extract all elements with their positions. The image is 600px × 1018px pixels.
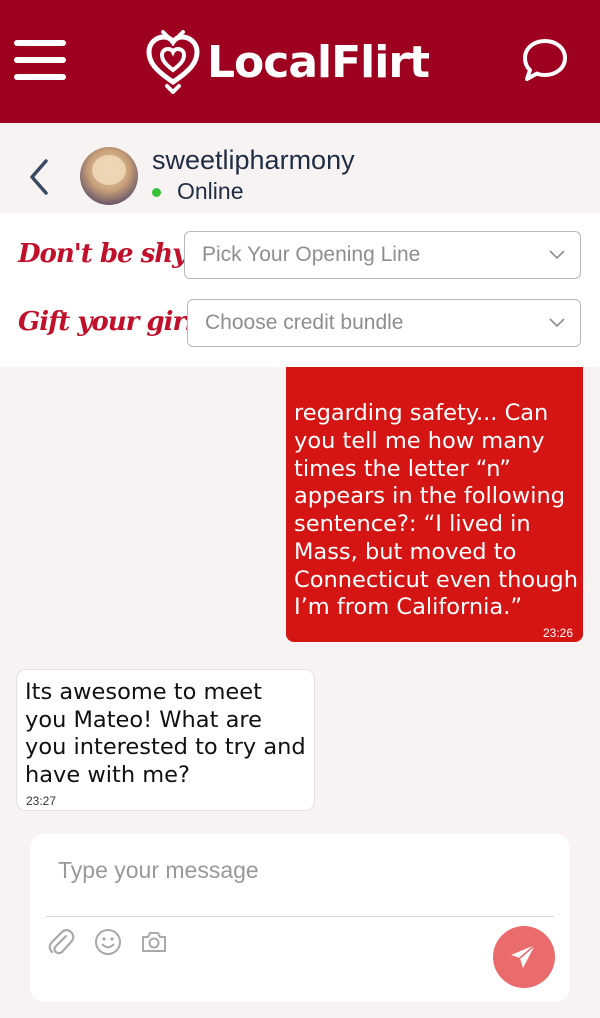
camera-icon[interactable] [139,927,169,957]
message-composer [30,834,570,1002]
profile-username[interactable]: sweetlipharmony [152,145,355,176]
hamburger-menu-icon[interactable] [14,40,66,84]
opening-line-placeholder: Pick Your Opening Line [202,243,421,266]
incoming-message-bubble[interactable]: Its awesome to meet you Mateo! What are … [16,669,315,811]
top-app-bar: LocalFlirt [0,0,600,123]
options-panel: Don't be shy Pick Your Opening Line Gift… [0,213,600,367]
opening-line-select[interactable]: Pick Your Opening Line [184,231,581,279]
chevron-down-icon [549,250,565,260]
chat-profile-header: sweetlipharmony Online [0,123,600,213]
send-button[interactable] [493,926,555,988]
paperclip-icon[interactable] [46,927,76,957]
user-avatar[interactable] [80,147,138,205]
app-logo[interactable]: LocalFlirt [145,30,430,94]
message-timestamp: 23:26 [542,626,573,640]
credit-bundle-select[interactable]: Choose credit bundle [187,299,581,347]
chevron-down-icon [549,318,565,328]
credit-bundle-label: Gift your girl [18,307,195,337]
credit-bundle-placeholder: Choose credit bundle [205,311,404,334]
smiley-icon[interactable] [93,927,123,957]
speech-bubble-icon[interactable] [520,36,570,86]
message-timestamp: 23:27 [26,794,57,808]
outgoing-message-bubble[interactable]: regarding safety... Can you tell me how … [286,367,583,642]
profile-status: Online [177,178,244,204]
brand-name: LocalFlirt [207,36,430,88]
online-status-dot [152,188,161,197]
message-text: regarding safety... Can you tell me how … [294,400,578,621]
composer-divider [46,916,554,917]
opening-line-label: Don't be shy [18,239,187,269]
chevron-left-icon[interactable] [26,157,54,197]
paper-plane-icon [511,944,536,968]
heart-arrow-logo-icon [146,30,200,94]
message-text: Its awesome to meet you Mateo! What are … [25,679,306,789]
message-input[interactable] [58,852,538,888]
